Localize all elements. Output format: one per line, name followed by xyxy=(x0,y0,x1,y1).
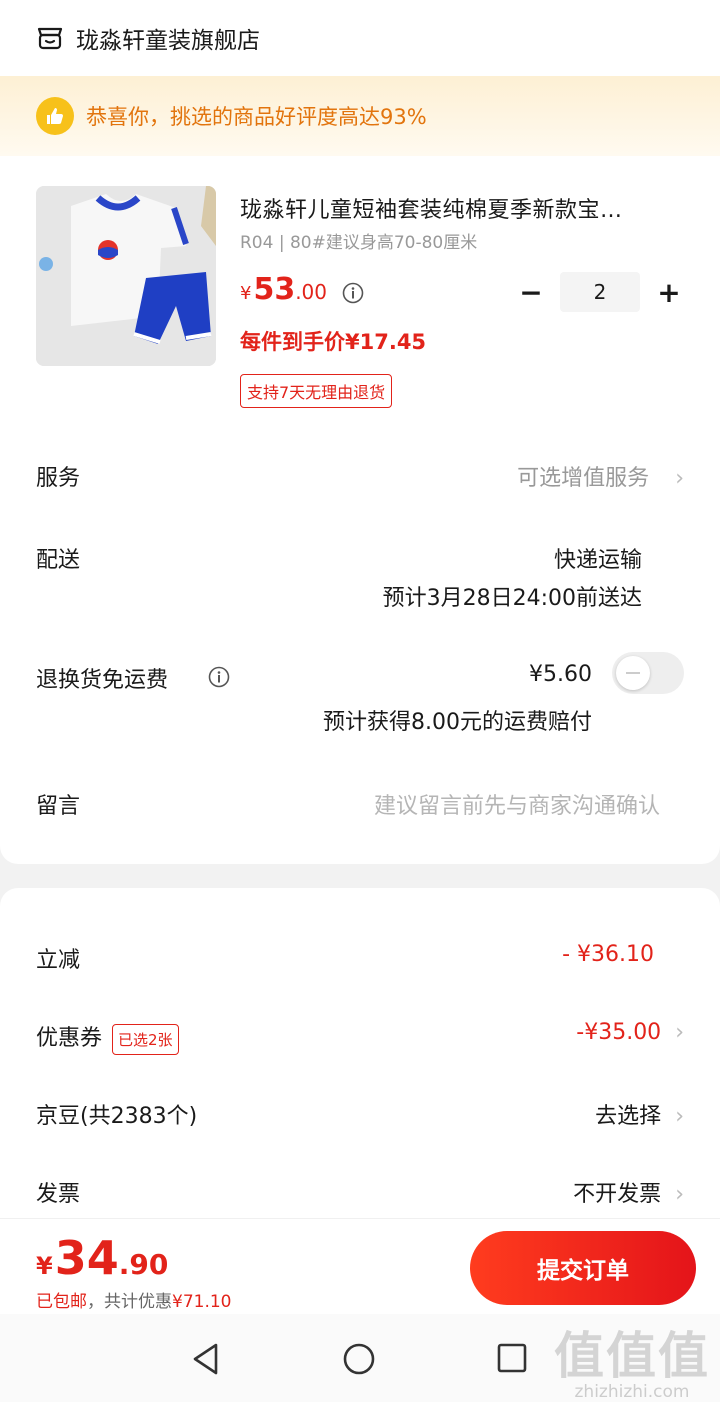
toggle-knob xyxy=(616,656,650,690)
price-decimal: .00 xyxy=(295,280,328,304)
quantity-plus-button[interactable]: + xyxy=(652,275,686,309)
return-insurance-toggle[interactable] xyxy=(612,652,684,694)
quantity-input[interactable]: 2 xyxy=(560,272,640,312)
discount-row: 立减 - ¥36.10 xyxy=(36,938,684,978)
chevron-right-icon: › xyxy=(675,1020,684,1045)
store-name: 珑淼轩童装旗舰店 xyxy=(76,28,260,54)
price-currency: ¥ xyxy=(240,283,252,304)
coupon-value: -¥35.00 xyxy=(576,1020,662,1045)
order-main-card: 恭喜你，挑选的商品好评度高达93% 珑淼轩儿童短袖套装纯棉夏季新款宝… R04 … xyxy=(0,76,720,864)
total-price: ¥ 34 .90 xyxy=(36,1231,168,1285)
home-icon[interactable] xyxy=(342,1342,376,1376)
message-input[interactable]: 建议留言前先与商家沟通确认 xyxy=(374,788,660,820)
total-currency: ¥ xyxy=(36,1252,53,1280)
coupon-value-wrap: -¥35.00 › xyxy=(576,1020,684,1045)
jingdou-value: 去选择 xyxy=(595,1104,662,1129)
delivery-method: 快递运输 xyxy=(553,548,642,573)
watermark-logo: 值值值 xyxy=(554,1327,710,1385)
shipping-free-text: 已包邮 xyxy=(36,1292,87,1312)
return-insurance-info-icon[interactable] xyxy=(208,666,230,688)
message-row[interactable]: 留言 建议留言前先与商家沟通确认 xyxy=(36,784,684,824)
quantity-stepper: − 2 + xyxy=(514,272,686,312)
delivery-label: 配送 xyxy=(36,548,81,573)
price-summary-card: 立减 - ¥36.10 优惠券 已选2张 -¥35.00 › 京豆(共2383个) … xyxy=(0,888,720,1218)
service-value: 可选增值服务 xyxy=(517,466,650,491)
product-spec[interactable]: R04 | 80#建议身高70-80厘米 xyxy=(240,228,477,253)
thumbs-up-icon xyxy=(36,97,74,135)
total-note: 已包邮，共计优惠¥71.10 xyxy=(36,1287,231,1312)
saving-amount: ¥71.10 xyxy=(172,1292,232,1312)
coupon-selected-tag: 已选2张 xyxy=(112,1023,179,1055)
price-integer: 53 xyxy=(253,272,296,307)
store-header[interactable]: 珑淼轩童装旗舰店 xyxy=(0,0,720,76)
store-icon xyxy=(37,27,63,50)
watermark: 值值值 zhizhizhi.com xyxy=(554,1316,710,1402)
quantity-minus-button[interactable]: − xyxy=(514,275,548,309)
congrats-text: 恭喜你，挑选的商品好评度高达93% xyxy=(86,105,427,129)
recents-icon[interactable] xyxy=(496,1342,528,1374)
return-insurance-label: 退换货免运费 xyxy=(36,668,169,693)
price-info-icon[interactable] xyxy=(342,282,364,304)
discount-value: - ¥36.10 xyxy=(562,942,654,967)
checkout-bar: ¥ 34 .90 已包邮，共计优惠¥71.10 提交订单 xyxy=(0,1218,720,1314)
message-label: 留言 xyxy=(36,794,81,819)
invoice-value-wrap: 不开发票 › xyxy=(573,1176,684,1208)
coupon-label-wrap: 优惠券 已选2张 xyxy=(36,1020,179,1055)
product-image[interactable] xyxy=(36,186,216,366)
jingdou-value-wrap: 去选择 › xyxy=(595,1098,684,1130)
saving-text: ，共计优惠 xyxy=(87,1292,172,1312)
return-insurance-price: ¥5.60 xyxy=(529,662,592,687)
jingdou-row[interactable]: 京豆(共2383个) 去选择 › xyxy=(36,1094,684,1134)
chevron-right-icon: › xyxy=(675,1182,684,1207)
service-label: 服务 xyxy=(36,466,81,491)
delivery-eta: 预计3月28日24:00前送达 xyxy=(382,586,642,611)
discount-label: 立减 xyxy=(36,948,81,973)
product-price: ¥ 53 .00 xyxy=(240,272,327,307)
return-insurance-note: 预计获得8.00元的运费赔付 xyxy=(323,710,592,735)
congrats-banner: 恭喜你，挑选的商品好评度高达93% xyxy=(0,76,720,156)
service-row[interactable]: 服务 可选增值服务 › xyxy=(36,456,684,496)
invoice-row[interactable]: 发票 不开发票 › xyxy=(36,1172,684,1212)
unit-price: 每件到手价¥17.45 xyxy=(240,330,427,354)
return-policy-tag: 支持7天无理由退货 xyxy=(240,374,393,408)
jingdou-label: 京豆(共2383个) xyxy=(36,1104,198,1129)
product-item: 珑淼轩儿童短袖套装纯棉夏季新款宝… R04 | 80#建议身高70-80厘米 ¥… xyxy=(36,186,686,416)
product-title[interactable]: 珑淼轩儿童短袖套装纯棉夏季新款宝… xyxy=(240,192,686,224)
service-value-wrap: 可选增值服务 › xyxy=(517,460,684,492)
submit-order-button[interactable]: 提交订单 xyxy=(470,1231,696,1305)
total-integer: 34 xyxy=(54,1231,119,1285)
coupon-row[interactable]: 优惠券 已选2张 -¥35.00 › xyxy=(36,1014,684,1058)
invoice-label: 发票 xyxy=(36,1182,81,1207)
coupon-label: 优惠券 xyxy=(36,1026,103,1051)
watermark-url: zhizhizhi.com xyxy=(574,1382,690,1402)
delivery-row[interactable]: 配送 快递运输 预计3月28日24:00前送达 xyxy=(36,538,684,614)
invoice-value: 不开发票 xyxy=(573,1182,662,1207)
chevron-right-icon: › xyxy=(675,1104,684,1129)
return-insurance-row: 退换货免运费 ¥5.60 预计获得8.00元的运费赔付 xyxy=(36,652,684,742)
back-icon[interactable] xyxy=(190,1342,222,1376)
chevron-right-icon: › xyxy=(675,466,684,491)
total-decimal: .90 xyxy=(118,1248,169,1281)
